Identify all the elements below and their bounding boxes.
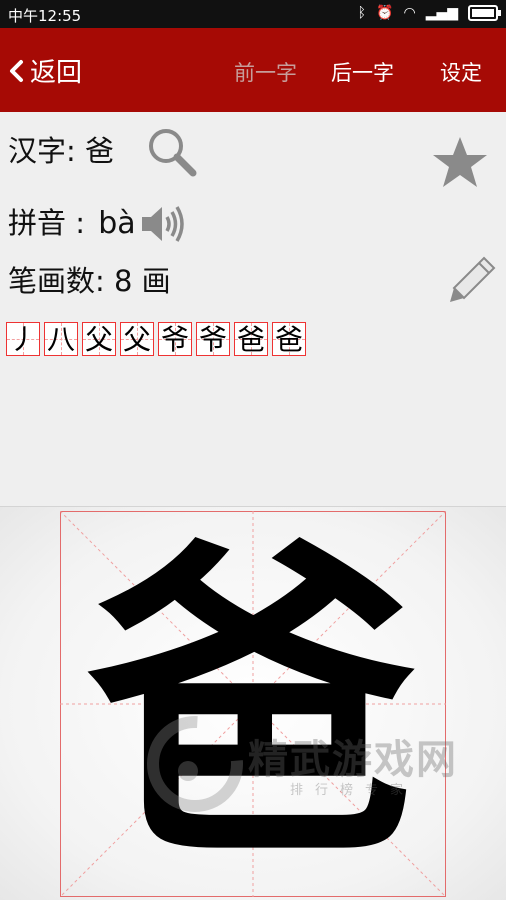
watermark-logo-icon	[147, 716, 243, 812]
bluetooth-icon: ᛒ	[357, 5, 367, 21]
stroke-step[interactable]: 父	[120, 322, 154, 356]
stroke-count-row: 笔画数: 8 画	[8, 258, 171, 300]
settings-button[interactable]: 设定	[440, 57, 482, 87]
status-bar: 中午12:55 ᛒ ⏰ ◠ ▂▄▆	[0, 0, 506, 28]
next-char-button[interactable]: 后一字	[331, 57, 394, 87]
watermark: 精武游戏网 排行榜专家	[140, 705, 480, 825]
pinyin-row: 拼音 : bà	[8, 200, 136, 242]
wifi-icon: ◠	[403, 5, 416, 21]
stroke-count-value: 8	[114, 264, 133, 298]
char-info: 汉字: 爸 拼音 : bà 笔画数: 8 画 丿 八 父 父 爷 爷 爸 爸	[0, 112, 506, 506]
search-icon[interactable]	[146, 126, 198, 178]
status-icons: ᛒ ⏰ ◠ ▂▄▆	[357, 4, 501, 22]
stroke-sequence: 丿 八 父 父 爷 爷 爸 爸	[6, 322, 310, 356]
watermark-subtitle: 排行榜专家	[290, 783, 416, 798]
chevron-left-icon	[10, 59, 23, 82]
signal-icon: ▂▄▆	[425, 5, 458, 21]
speaker-icon[interactable]	[140, 202, 190, 246]
battery-icon	[468, 5, 501, 21]
stroke-step[interactable]: 父	[82, 322, 116, 356]
back-label: 返回	[30, 58, 83, 88]
pencil-icon[interactable]	[448, 254, 498, 304]
title-bar: 返回 前一字 后一字 设定	[0, 28, 506, 112]
large-character: 爸	[88, 510, 418, 898]
stroke-step[interactable]: 爸	[272, 322, 306, 356]
pinyin-value: bà	[98, 206, 136, 241]
character-canvas[interactable]: 爸 精武游戏网 排行榜专家	[0, 506, 506, 900]
hanzi-row: 汉字: 爸	[8, 128, 114, 170]
hanzi-value: 爸	[85, 134, 115, 168]
prev-char-button[interactable]: 前一字	[234, 57, 297, 87]
back-button[interactable]: 返回	[8, 52, 82, 89]
status-time: 中午12:55	[8, 7, 82, 25]
stroke-step[interactable]: 爷	[158, 322, 192, 356]
alarm-icon: ⏰	[376, 5, 394, 21]
watermark-title: 精武游戏网	[248, 737, 458, 783]
stroke-count-unit: 画	[141, 264, 171, 298]
stroke-step[interactable]: 八	[44, 322, 78, 356]
stroke-step[interactable]: 爸	[234, 322, 268, 356]
hanzi-label: 汉字:	[8, 134, 76, 168]
favorite-star-icon[interactable]	[431, 135, 489, 189]
pinyin-label: 拼音 :	[8, 206, 85, 240]
stroke-count-label: 笔画数:	[8, 264, 105, 298]
stroke-step[interactable]: 丿	[6, 322, 40, 356]
stroke-step[interactable]: 爷	[196, 322, 230, 356]
